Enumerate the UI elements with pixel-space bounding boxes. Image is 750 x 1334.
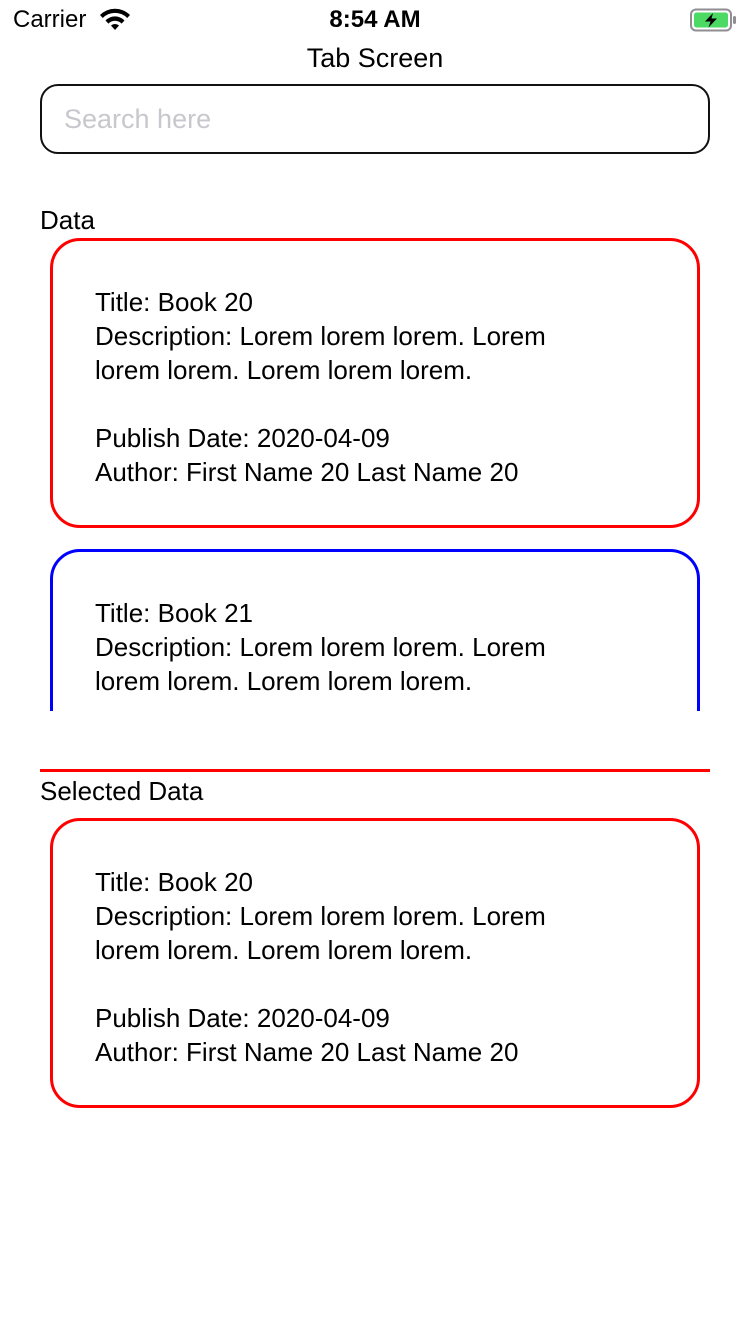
data-section-label: Data: [40, 205, 95, 235]
card-title: Title: Book 20: [95, 867, 254, 897]
section-divider: [40, 769, 710, 772]
card-body: Title: Book 21 Description: Lorem lorem …: [95, 596, 655, 698]
card-description-cont: lorem lorem. Lorem lorem lorem.: [95, 935, 473, 965]
search-box[interactable]: [40, 84, 710, 154]
card-description: Description: Lorem lorem lorem. Lorem: [95, 632, 546, 662]
selected-section-label: Selected Data: [40, 776, 204, 806]
card-description-cont: lorem lorem. Lorem lorem lorem.: [95, 355, 473, 385]
card-title: Title: Book 20: [95, 287, 254, 317]
screen: Carrier 8:54 AM Tab Screen Data Title: B: [0, 0, 750, 1334]
clock: 8:54 AM: [329, 6, 421, 33]
selected-book-card[interactable]: Title: Book 20 Description: Lorem lorem …: [50, 818, 700, 1108]
status-bar: Carrier 8:54 AM: [0, 0, 750, 40]
book-card-selected[interactable]: Title: Book 20 Description: Lorem lorem …: [50, 238, 700, 528]
book-card[interactable]: Title: Book 21 Description: Lorem lorem …: [50, 549, 700, 711]
card-description: Description: Lorem lorem lorem. Lorem: [95, 901, 546, 931]
battery-charging-icon: [690, 8, 738, 32]
data-list[interactable]: Title: Book 20 Description: Lorem lorem …: [0, 236, 750, 711]
card-author: Author: First Name 20 Last Name 20: [95, 1037, 519, 1067]
card-author: Author: First Name 20 Last Name 20: [95, 457, 519, 487]
card-body: Title: Book 20 Description: Lorem lorem …: [95, 285, 655, 489]
card-description-cont: lorem lorem. Lorem lorem lorem.: [95, 666, 473, 696]
card-body: Title: Book 20 Description: Lorem lorem …: [95, 865, 655, 1069]
card-publish-date: Publish Date: 2020-04-09: [95, 1003, 390, 1033]
card-description: Description: Lorem lorem lorem. Lorem: [95, 321, 546, 351]
page-title: Tab Screen: [306, 43, 444, 73]
card-title: Title: Book 21: [95, 598, 254, 628]
card-publish-date: Publish Date: 2020-04-09: [95, 423, 390, 453]
search-input[interactable]: [64, 86, 684, 152]
